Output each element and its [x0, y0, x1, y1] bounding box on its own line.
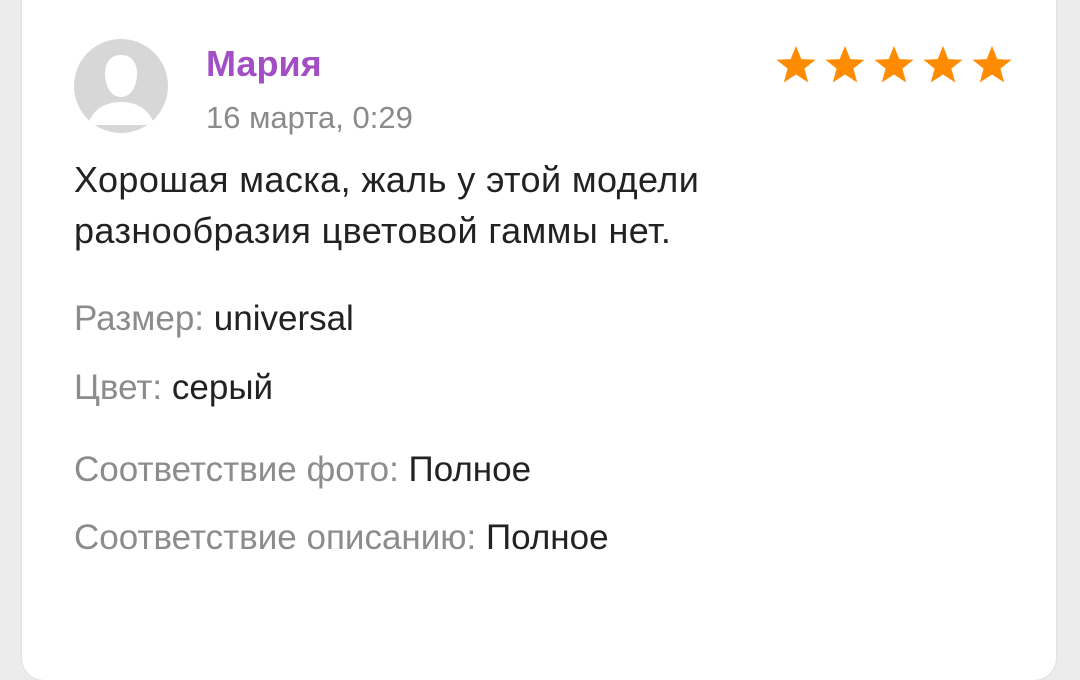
description-match-attribute: Соответствие описанию: Полное: [74, 518, 609, 558]
rating-stars: [774, 44, 1014, 86]
color-attribute: Цвет: серый: [74, 368, 273, 408]
photo-match-label: Соответствие фото:: [74, 450, 399, 489]
photo-match-attribute: Соответствие фото: Полное: [74, 450, 531, 490]
star-icon: [825, 45, 865, 83]
size-attribute: Размер: universal: [74, 299, 354, 339]
star-icon: [923, 45, 963, 83]
review-text-line: Хорошая маска, жаль у этой модели: [74, 159, 700, 200]
review-text-line: разнообразия цветовой гаммы нет.: [74, 210, 672, 251]
color-value: серый: [171, 368, 274, 407]
review-text: Хорошая маска, жаль у этой модели разноо…: [74, 154, 974, 256]
review-card: Мария 16 марта, 0:29 Хорошая маска, жаль…: [22, 0, 1056, 680]
size-value: universal: [213, 299, 354, 338]
review-date: 16 марта, 0:29: [206, 100, 413, 135]
photo-match-value: Полное: [408, 450, 532, 489]
review-author: Мария: [206, 43, 322, 84]
description-match-label: Соответствие описанию:: [74, 518, 477, 557]
star-icon: [972, 45, 1012, 83]
color-label: Цвет:: [74, 368, 163, 407]
star-icon: [874, 45, 914, 83]
star-icon: [776, 45, 816, 83]
description-match-value: Полное: [486, 518, 609, 557]
size-label: Размер:: [74, 299, 205, 338]
user-avatar-icon: [74, 39, 168, 133]
